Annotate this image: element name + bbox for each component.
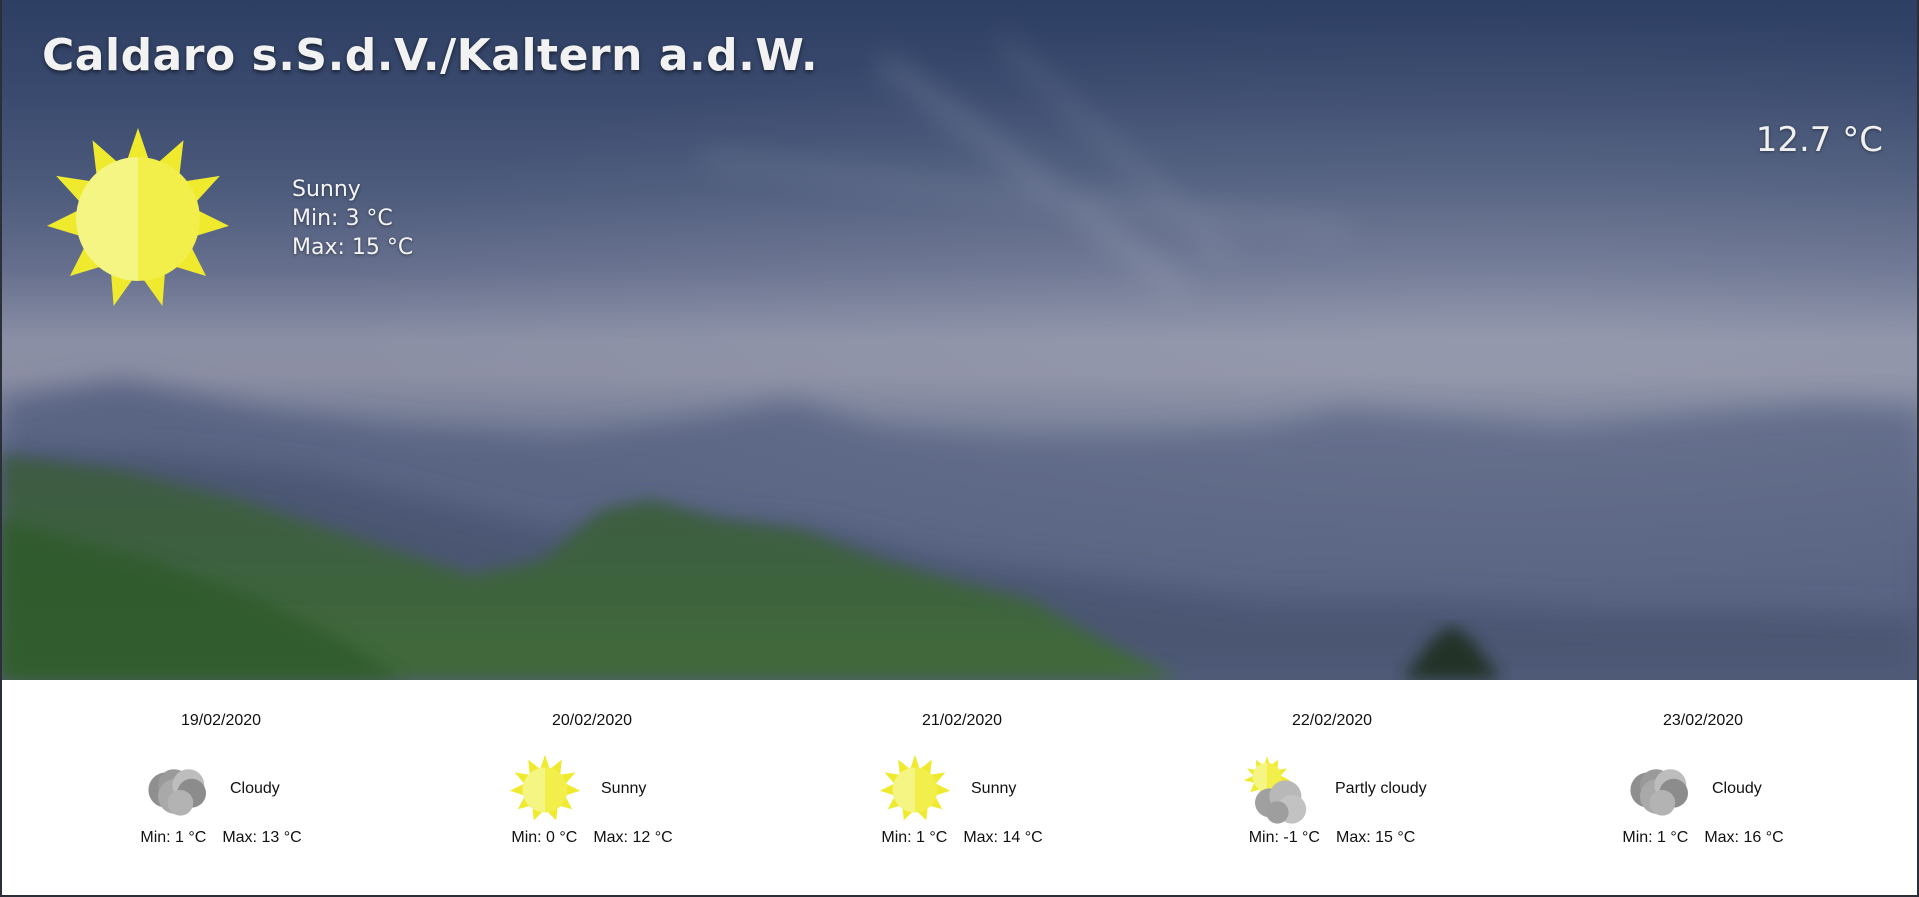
forecast-day: 21/02/2020 Sunny Min: 1 °C Max: 14 °C <box>777 680 1147 895</box>
hero-overlay <box>2 0 1917 680</box>
forecast-day: 20/02/2020 Sunny Min: 0 °C Max: 12 °C <box>407 680 777 895</box>
forecast-date: 21/02/2020 <box>921 712 1003 729</box>
forecast-condition: Cloudy <box>1712 780 1762 797</box>
forecast-min-temp: Min: 1 °C <box>881 829 948 846</box>
forecast-day: 23/02/2020 Cloudy Min: 1 °C Max: 16 °C <box>1518 680 1888 895</box>
current-min-temp: Min: 3 °C <box>292 206 393 231</box>
forecast-date: 20/02/2020 <box>551 712 633 729</box>
forecast-date: 23/02/2020 <box>1662 712 1744 729</box>
forecast-temps: Min: 1 °C Max: 16 °C <box>1518 829 1888 847</box>
cloudy-icon <box>1630 769 1688 816</box>
forecast-max-temp: Max: 13 °C <box>222 829 302 846</box>
forecast-condition: Cloudy <box>230 780 280 797</box>
forecast-max-temp: Max: 16 °C <box>1704 829 1784 846</box>
forecast-date: 19/02/2020 <box>180 712 262 729</box>
forecast-day: 22/02/2020 Partly cloudy Min: -1 °C Max: … <box>1147 680 1517 895</box>
forecast-max-temp: Max: 12 °C <box>593 829 673 846</box>
forecast-date: 22/02/2020 <box>1291 712 1373 729</box>
forecast-temps: Min: 0 °C Max: 12 °C <box>407 829 777 847</box>
sun-icon <box>509 754 581 821</box>
partly-cloudy-icon <box>1243 756 1307 824</box>
forecast-temps: Min: -1 °C Max: 15 °C <box>1147 829 1517 847</box>
current-max-temp: Max: 15 °C <box>292 235 414 260</box>
forecast-panel: 19/02/2020 Cloudy Min: 1 °C Max: 13 °C 20… <box>2 680 1917 895</box>
forecast-max-temp: Max: 14 °C <box>963 829 1043 846</box>
forecast-temps: Min: 1 °C Max: 14 °C <box>777 829 1147 847</box>
forecast-min-temp: Min: 1 °C <box>140 829 207 846</box>
forecast-condition: Sunny <box>601 780 647 797</box>
forecast-condition: Partly cloudy <box>1335 780 1427 797</box>
current-weather-panel: Caldaro s.S.d.V./Kaltern a.d.W. 12.7 °C … <box>2 0 1917 680</box>
forecast-max-temp: Max: 15 °C <box>1335 829 1416 846</box>
current-temperature: 12.7 °C <box>1755 120 1883 160</box>
forecast-min-temp: Min: 0 °C <box>511 829 578 846</box>
sun-icon <box>47 128 229 306</box>
current-condition: Sunny <box>292 177 361 202</box>
forecast-condition: Sunny <box>971 780 1017 797</box>
sun-icon <box>879 754 951 821</box>
forecast-day: 19/02/2020 Cloudy Min: 1 °C Max: 13 °C <box>36 680 406 895</box>
weather-dashboard: Caldaro s.S.d.V./Kaltern a.d.W. 12.7 °C … <box>0 0 1919 897</box>
current-details: Sunny Min: 3 °C Max: 15 °C <box>292 175 413 262</box>
forecast-temps: Min: 1 °C Max: 13 °C <box>36 829 406 847</box>
cloudy-icon <box>148 769 206 816</box>
forecast-min-temp: Min: -1 °C <box>1248 829 1320 846</box>
location-title: Caldaro s.S.d.V./Kaltern a.d.W. <box>42 30 819 81</box>
forecast-min-temp: Min: 1 °C <box>1622 829 1689 846</box>
